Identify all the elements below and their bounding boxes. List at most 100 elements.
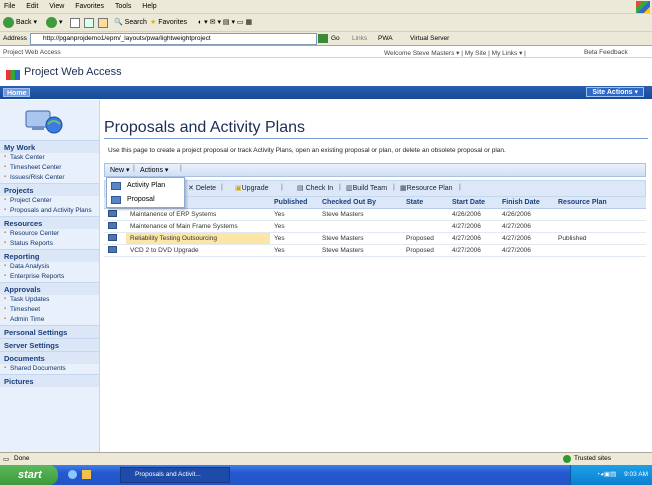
link-virtual-server[interactable]: Virtual Server — [410, 35, 449, 42]
resource-plan-icon: ▦ — [400, 185, 407, 192]
quick-launch-ie-icon[interactable] — [68, 470, 77, 479]
build-team-button[interactable]: ▥Build Team — [346, 184, 387, 192]
sidebar-heading[interactable]: Resources — [0, 216, 99, 229]
ie-menu-bar: File Edit View Favorites Tools Help — [0, 0, 652, 14]
table-cell: Yes — [270, 208, 318, 221]
project-icon — [108, 210, 117, 217]
sidebar-heading[interactable]: Documents — [0, 351, 99, 364]
table-cell — [554, 208, 646, 221]
link-pwa[interactable]: PWA — [378, 35, 393, 42]
stop-icon[interactable] — [70, 18, 80, 28]
project-name-link[interactable]: Maintanence of ERP Systems — [126, 208, 270, 221]
title-divider — [104, 138, 648, 139]
sidebar-item[interactable]: Issues/Risk Center — [0, 173, 99, 183]
tray-icons[interactable]: ◔◕▣▤ — [596, 471, 616, 478]
project-name-link[interactable]: Reliability Testing Outsourcing — [126, 232, 270, 245]
windows-taskbar: start Proposals and Activit... ◔◕▣▤ 9:03… — [0, 465, 652, 485]
welcome-menu[interactable]: Welcome Steve Masters ▾ | My Site | My L… — [384, 49, 526, 57]
sidebar-item[interactable]: Task Center — [0, 153, 99, 163]
address-input[interactable]: http://pganprojdemo1/epm/_layouts/pwa/li… — [30, 33, 317, 45]
sidebar-item[interactable]: Timesheet Center — [0, 163, 99, 173]
page-title: Proposals and Activity Plans — [104, 119, 305, 136]
sidebar-item[interactable]: Shared Documents — [0, 364, 99, 374]
sidebar-item[interactable]: Project Center — [0, 196, 99, 206]
home-icon[interactable] — [98, 18, 108, 28]
table-cell — [554, 220, 646, 233]
project-icon — [108, 222, 117, 229]
favorites-button[interactable]: ★ Favorites — [150, 16, 187, 30]
sidebar-heading[interactable]: My Work — [0, 140, 99, 153]
sidebar-item[interactable]: Admin Time — [0, 315, 99, 325]
quick-launch-folder-icon[interactable] — [82, 470, 91, 479]
new-menu-button[interactable]: New ▾ — [110, 166, 129, 174]
upgrade-icon: ▣ — [235, 185, 242, 192]
clock: 9:03 AM — [624, 471, 648, 478]
system-tray: ◔◕▣▤ 9:03 AM — [570, 465, 652, 485]
table-row[interactable]: VCD 2 to DVD Upgrade Yes Steve Masters Prop… — [104, 244, 646, 257]
table-row[interactable]: Reliability Testing Outsourcing Yes Steve … — [104, 232, 646, 245]
back-arrow-icon — [3, 16, 14, 28]
column-header[interactable]: State — [402, 197, 448, 209]
menu-file[interactable]: File — [0, 0, 20, 10]
media-mail-print-icons[interactable]: ◐ ▾ ✉ ▾ ▤ ▾ ▭ ▦ — [198, 16, 258, 30]
taskbar-window-button[interactable]: Proposals and Activit... — [120, 467, 230, 483]
row-icon-cell — [104, 220, 126, 233]
column-header[interactable]: Resource Plan — [554, 197, 646, 209]
menu-help[interactable]: Help — [138, 0, 161, 10]
table-cell: 4/27/2006 — [448, 232, 498, 245]
sidebar-item[interactable]: Data Analysis — [0, 262, 99, 272]
menu-edit[interactable]: Edit — [22, 0, 43, 10]
delete-button[interactable]: ✕ Delete — [188, 184, 216, 192]
column-header[interactable]: Finish Date — [498, 197, 554, 209]
column-header[interactable]: Start Date — [448, 197, 498, 209]
sidebar-heading[interactable]: Pictures — [0, 374, 99, 387]
beta-feedback-link[interactable]: Beta Feedback — [584, 49, 628, 56]
menu-tools[interactable]: Tools — [111, 0, 136, 10]
go-arrow-icon[interactable] — [318, 34, 328, 43]
site-name[interactable]: Project Web Access — [3, 49, 61, 56]
menu-item-proposal[interactable]: Proposal — [107, 193, 184, 207]
table-row[interactable]: Maintenance of Main Frame Systems Yes 4/27… — [104, 220, 646, 233]
sidebar-heading[interactable]: Reporting — [0, 249, 99, 262]
sidebar-heading[interactable]: Approvals — [0, 282, 99, 295]
separator: | — [393, 184, 395, 191]
actions-menu-button[interactable]: Actions ▾ — [140, 166, 168, 174]
sidebar-heading[interactable]: Server Settings — [0, 338, 99, 351]
check-in-icon: ▤ — [297, 185, 304, 192]
site-actions-button[interactable]: Site Actions ▾ — [586, 87, 644, 97]
sidebar-item[interactable]: Timesheet — [0, 305, 99, 315]
start-button[interactable]: start — [0, 465, 58, 485]
sidebar-item[interactable]: Task Updates — [0, 295, 99, 305]
project-name-link[interactable]: VCD 2 to DVD Upgrade — [126, 244, 270, 257]
menu-view[interactable]: View — [45, 0, 69, 10]
sidebar-item[interactable]: Enterprise Reports — [0, 272, 99, 282]
sidebar-item[interactable]: Resource Center — [0, 229, 99, 239]
tab-home[interactable]: Home — [3, 88, 31, 97]
table-cell: 4/27/2006 — [498, 220, 554, 233]
back-button[interactable]: Back ▾ — [3, 16, 37, 30]
sidebar-item[interactable]: Proposals and Activity Plans — [0, 206, 99, 216]
table-row[interactable]: Maintanence of ERP Systems Yes Steve Maste… — [104, 208, 646, 221]
site-logo-text: Project Web Access — [24, 66, 122, 78]
sidebar-heading[interactable]: Projects — [0, 183, 99, 196]
menu-item-activity-plan[interactable]: Activity Plan — [107, 179, 184, 193]
column-header[interactable]: Checked Out By — [318, 197, 402, 209]
separator: | — [133, 165, 135, 172]
table-cell: Steve Masters — [318, 208, 402, 221]
go-button[interactable]: Go — [331, 35, 340, 42]
menu-favorites[interactable]: Favorites — [71, 0, 109, 10]
upgrade-button[interactable]: ▣Upgrade — [235, 184, 268, 192]
column-header[interactable]: Published — [270, 197, 318, 209]
project-logo-icon — [6, 70, 20, 80]
project-name-link[interactable]: Maintenance of Main Frame Systems — [126, 220, 270, 233]
search-button[interactable]: 🔍 Search — [114, 16, 147, 30]
resource-plan-button[interactable]: ▦Resource Plan — [400, 184, 453, 192]
sidebar-item[interactable]: Status Reports — [0, 239, 99, 249]
forward-button[interactable]: ▾ — [46, 16, 63, 30]
sidebar-heading[interactable]: Personal Settings — [0, 325, 99, 338]
check-in-button[interactable]: ▤ Check In — [297, 184, 333, 192]
search-icon: 🔍 — [114, 19, 123, 26]
quick-launch: My WorkTask CenterTimesheet CenterIssues… — [0, 100, 100, 452]
refresh-icon[interactable] — [84, 18, 94, 28]
row-icon-cell — [104, 208, 126, 221]
